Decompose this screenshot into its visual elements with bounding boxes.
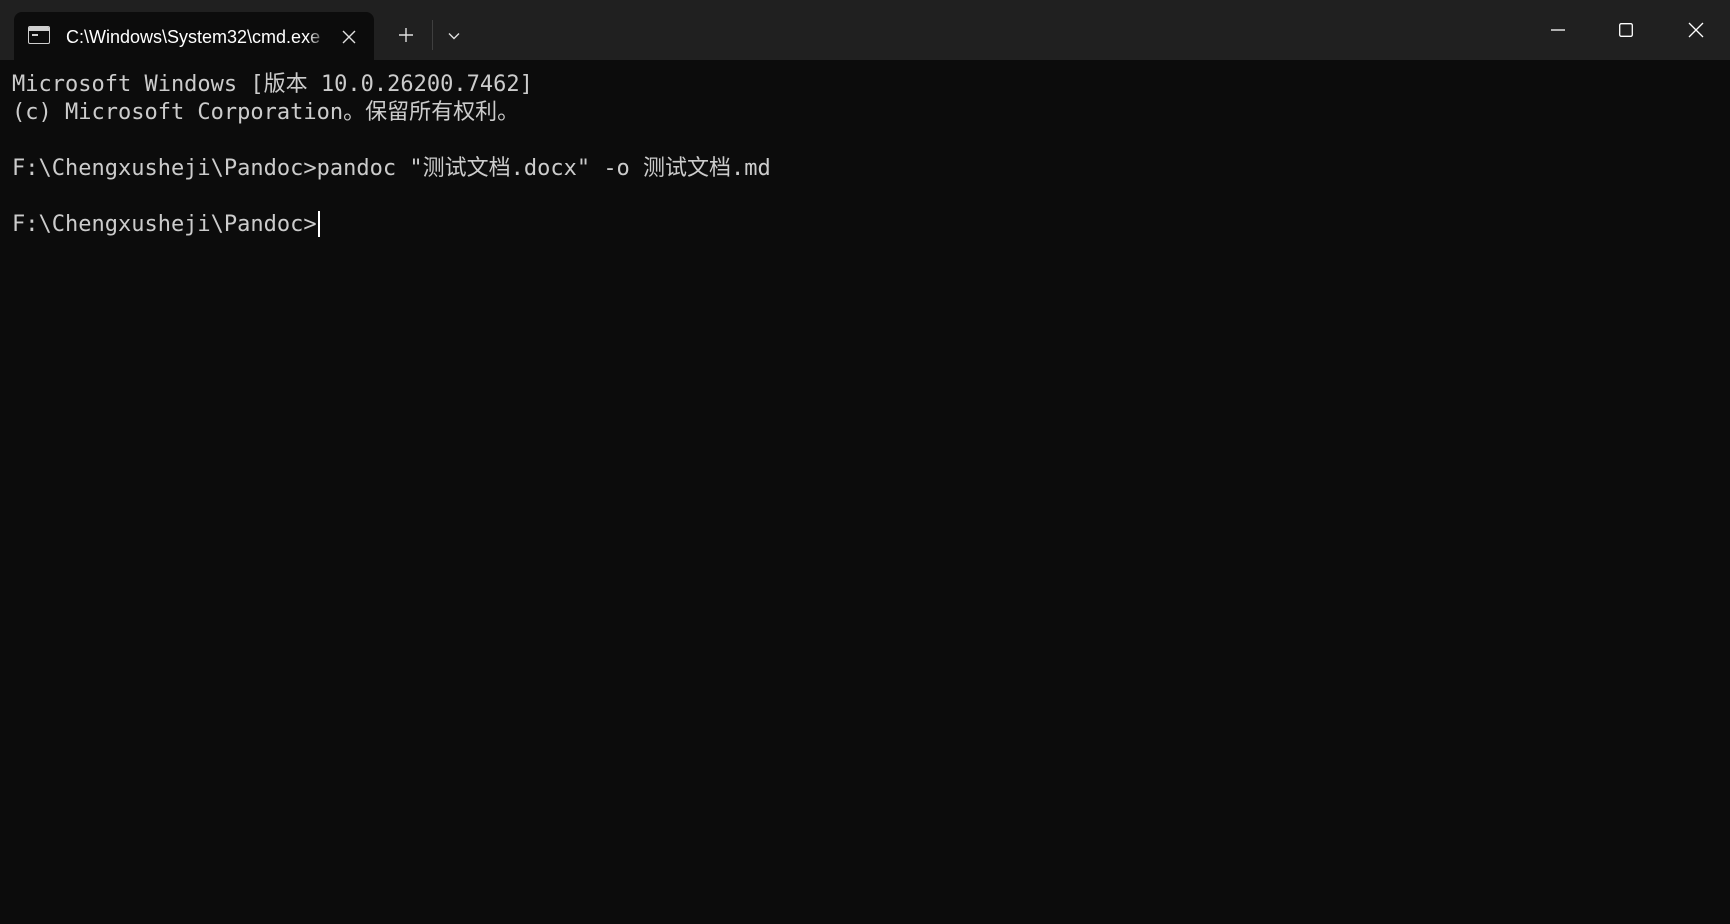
tab-cmd[interactable]: C:\Windows\System32\cmd.exe [14, 12, 374, 60]
terminal-output[interactable]: Microsoft Windows [版本 10.0.26200.7462] (… [0, 60, 1730, 924]
terminal-line: Microsoft Windows [版本 10.0.26200.7462] [12, 72, 533, 97]
close-icon [1688, 22, 1704, 38]
close-window-button[interactable] [1662, 0, 1730, 60]
maximize-icon [1619, 23, 1633, 37]
minimize-icon [1551, 29, 1565, 31]
tab-dropdown-button[interactable] [436, 18, 472, 52]
title-bar[interactable]: C:\Windows\System32\cmd.exe [0, 0, 1730, 60]
plus-icon [399, 28, 413, 42]
text-cursor [317, 211, 320, 237]
terminal-line: (c) Microsoft Corporation。保留所有权利。 [12, 100, 520, 125]
minimize-button[interactable] [1524, 0, 1592, 60]
tab-divider [432, 20, 433, 50]
new-tab-button[interactable] [386, 18, 426, 52]
maximize-button[interactable] [1592, 0, 1660, 60]
terminal-window: C:\Windows\System32\cmd.exe Microsoft Wi… [0, 0, 1730, 924]
tab-title: C:\Windows\System32\cmd.exe [66, 27, 321, 47]
tab-close-button[interactable] [336, 24, 362, 50]
cmd-icon [28, 26, 50, 44]
terminal-line: F:\Chengxusheji\Pandoc>pandoc "测试文档.docx… [12, 156, 771, 181]
prompt-line[interactable]: F:\Chengxusheji\Pandoc> [12, 211, 1730, 239]
prompt-text: F:\Chengxusheji\Pandoc> [12, 212, 317, 237]
chevron-down-icon [448, 33, 460, 40]
close-icon [342, 30, 356, 44]
